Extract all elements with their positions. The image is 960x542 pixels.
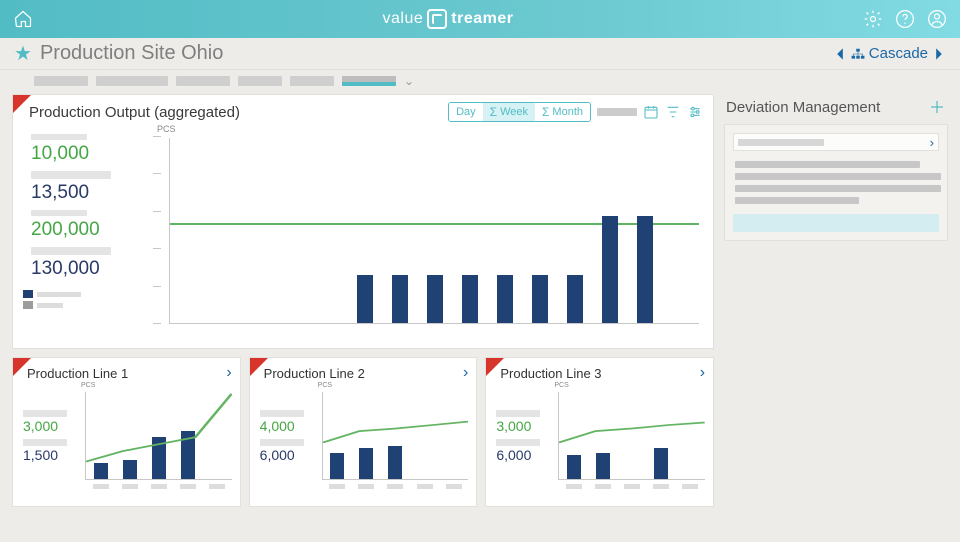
small-stat-1: 4,000 [256,418,314,437]
line-card-1: Production Line 1 › 3,000 1,500 PCS [12,357,241,507]
tab-1[interactable] [34,76,88,86]
legend [23,290,157,309]
small-stats: 3,000 1,500 [19,384,77,490]
help-icon[interactable] [894,8,916,30]
tab-bar: ⌄ [0,70,960,90]
chevron-right-icon[interactable]: › [463,364,468,382]
brand-left: value [383,10,424,28]
timerange-month[interactable]: ΣMonth [535,103,590,121]
user-icon[interactable] [926,8,948,30]
small-stat-2: 6,000 [256,447,314,466]
alert-flag-icon [250,358,268,376]
small-stat-2: 6,000 [492,447,550,466]
sub-header: ★ Production Site Ohio Cascade [0,38,960,70]
plot-area [169,138,699,324]
small-title: Production Line 3 [500,366,601,381]
period-label-placeholder [597,108,637,116]
bar [462,275,478,323]
bar [392,275,408,323]
breadcrumb: ★ Production Site Ohio [14,41,223,66]
bar [497,275,513,323]
bar [567,275,583,323]
chevron-right-icon[interactable]: › [930,135,934,150]
small-chart: PCS [314,384,471,490]
alert-flag-icon [13,95,31,113]
small-chart: PCS [550,384,707,490]
brand-mark-icon [427,9,447,29]
alert-flag-icon [13,358,31,376]
bar [357,275,373,323]
star-icon[interactable]: ★ [14,41,32,66]
small-stats: 4,000 6,000 [256,384,314,490]
small-stat-2: 1,500 [19,447,77,466]
timerange-segment: Day ΣWeek ΣMonth [448,102,591,122]
hierarchy-icon [851,47,865,61]
tab-5[interactable] [290,76,334,86]
home-icon[interactable] [12,8,34,30]
main-stats: 10,000 13,500 200,000 130,000 [23,126,157,336]
stat-3: 200,000 [23,218,157,245]
filter-icon[interactable] [665,104,681,120]
calendar-icon[interactable] [643,104,659,120]
line-card-2: Production Line 2 › 4,000 6,000 PCS [249,357,478,507]
small-stat-1: 3,000 [492,418,550,437]
line-card-3: Production Line 3 › 3,000 6,000 PCS [485,357,714,507]
app-logo: value treamer [383,9,514,29]
cascade-nav[interactable]: Cascade [833,45,946,62]
cascade-label: Cascade [869,45,928,62]
deviation-card[interactable]: › [724,124,948,241]
deviation-header: Deviation Management [724,94,948,120]
timerange-day[interactable]: Day [449,103,483,121]
tab-3[interactable] [176,76,230,86]
deviation-row[interactable]: › [733,133,939,151]
main-output-card: Production Output (aggregated) Day ΣWeek… [12,94,714,349]
chevron-down-icon[interactable]: ⌄ [404,74,414,88]
bar [427,275,443,323]
small-stats: 3,000 6,000 [492,384,550,490]
small-stat-1: 3,000 [19,418,77,437]
bar [602,216,618,323]
trend-line [323,392,469,479]
stat-4: 130,000 [23,257,157,284]
chevron-right-icon[interactable]: › [226,364,231,382]
stat-1: 10,000 [23,142,157,169]
chevron-left-icon[interactable] [833,47,847,61]
chevron-right-icon[interactable]: › [700,364,705,382]
app-header: value treamer [0,0,960,38]
ylabel: PCS [157,124,176,134]
tab-2[interactable] [96,76,168,86]
trend-line [86,392,232,479]
main-chart: PCS [157,126,703,336]
stat-2: 13,500 [23,181,157,208]
deviation-title: Deviation Management [726,99,880,116]
brand-right: treamer [451,10,513,28]
tab-6-active[interactable] [342,76,396,86]
bar [637,216,653,323]
chevron-right-icon[interactable] [932,47,946,61]
tab-4[interactable] [238,76,282,86]
trend-line [559,392,705,479]
main-card-title: Production Output (aggregated) [29,104,240,121]
page-title: Production Site Ohio [40,42,223,65]
settings-sliders-icon[interactable] [687,104,703,120]
small-title: Production Line 1 [27,366,128,381]
timerange-week[interactable]: ΣWeek [483,103,535,121]
small-title: Production Line 2 [264,366,365,381]
deviation-highlight [733,214,939,232]
plus-icon[interactable] [928,98,946,116]
bar [532,275,548,323]
gear-icon[interactable] [862,8,884,30]
alert-flag-icon [486,358,504,376]
small-chart: PCS [77,384,234,490]
